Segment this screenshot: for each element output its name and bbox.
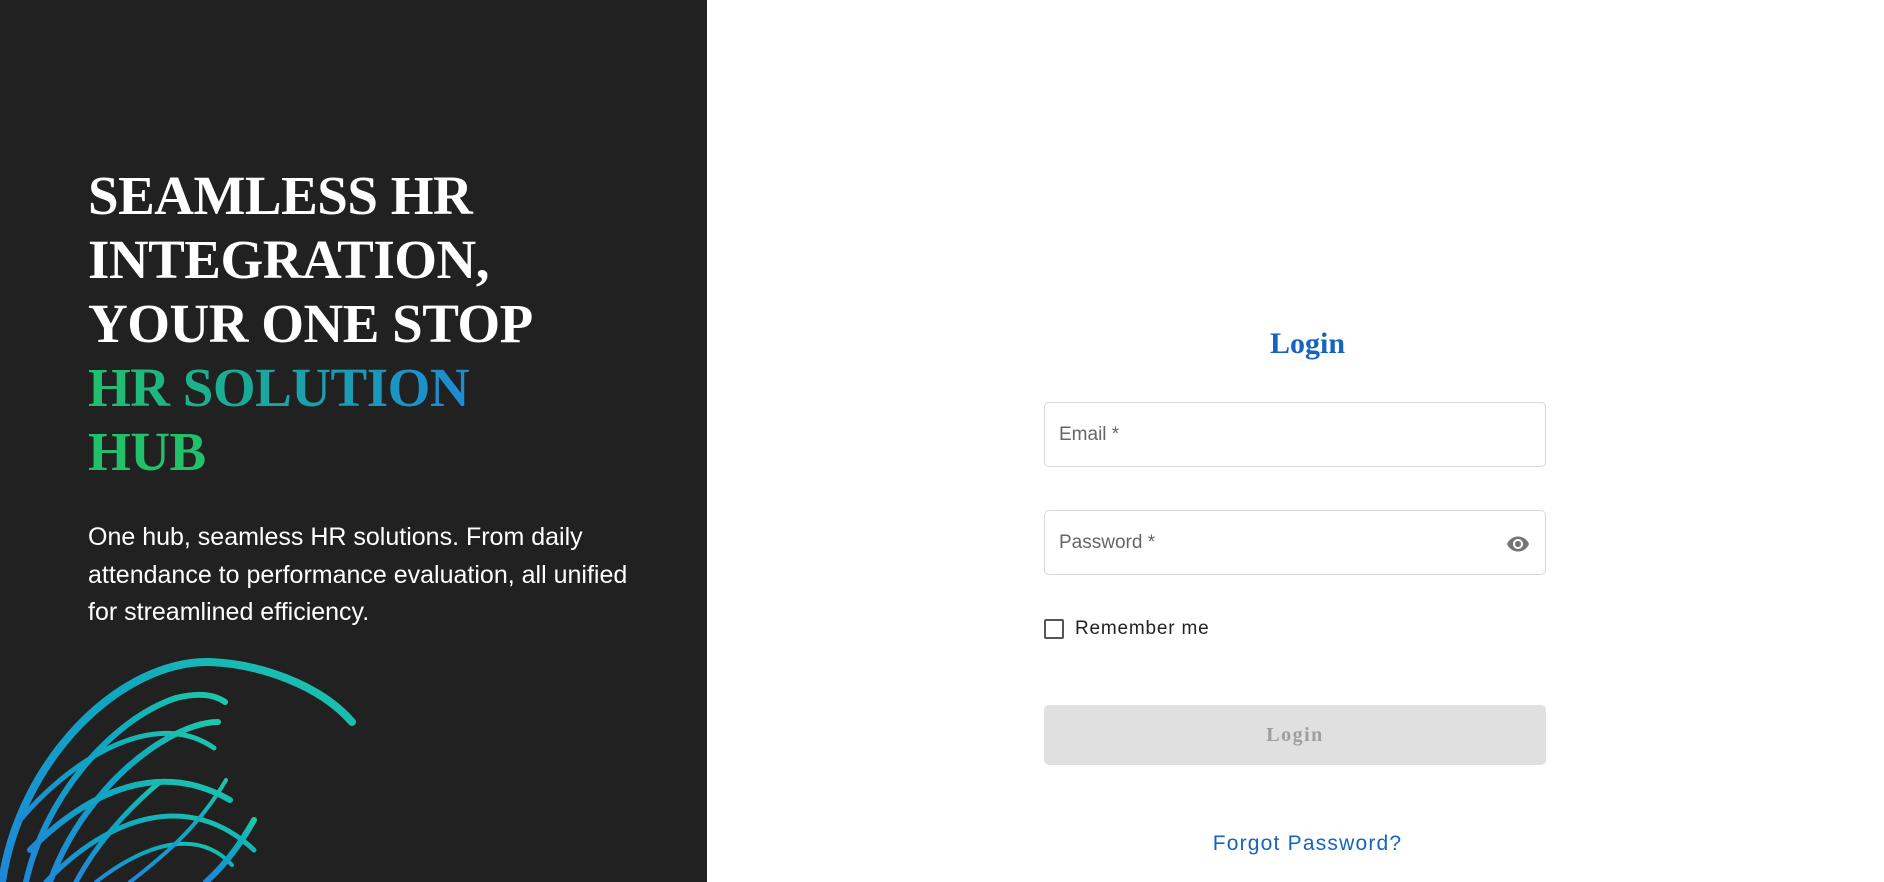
hero-title-line: SEAMLESS HR xyxy=(88,165,473,226)
email-input[interactable] xyxy=(1045,403,1545,466)
hero-description: One hub, seamless HR solutions. From dai… xyxy=(88,523,628,626)
eye-icon-glyph xyxy=(1507,536,1529,552)
login-page: SEAMLESS HR INTEGRATION, YOUR ONE STOP H… xyxy=(0,0,1884,882)
hero-title: SEAMLESS HR INTEGRATION, YOUR ONE STOP H… xyxy=(88,164,533,484)
remember-me-label: Remember me xyxy=(1075,618,1210,639)
forgot-password-link[interactable]: Forgot Password? xyxy=(707,832,1884,856)
login-panel: Login Remember me Login Forgot Password? xyxy=(707,0,1884,882)
hero-title-line: YOUR ONE STOP xyxy=(88,293,533,354)
remember-me-checkbox[interactable] xyxy=(1044,619,1064,639)
login-button[interactable]: Login xyxy=(1044,705,1546,765)
globe-icon xyxy=(0,657,356,882)
remember-me[interactable]: Remember me xyxy=(1044,618,1209,640)
eye-icon[interactable] xyxy=(1505,531,1531,557)
hero-title-line: INTEGRATION, xyxy=(88,229,489,290)
login-heading: Login xyxy=(1269,327,1346,360)
hero-panel: SEAMLESS HR INTEGRATION, YOUR ONE STOP H… xyxy=(0,0,707,882)
password-input[interactable] xyxy=(1045,511,1545,574)
password-field-container xyxy=(1044,510,1546,575)
hero-title-highlight: HR SOLUTION xyxy=(88,356,533,420)
hero-title-highlight: HUB xyxy=(88,421,206,482)
email-field-container xyxy=(1044,402,1546,467)
